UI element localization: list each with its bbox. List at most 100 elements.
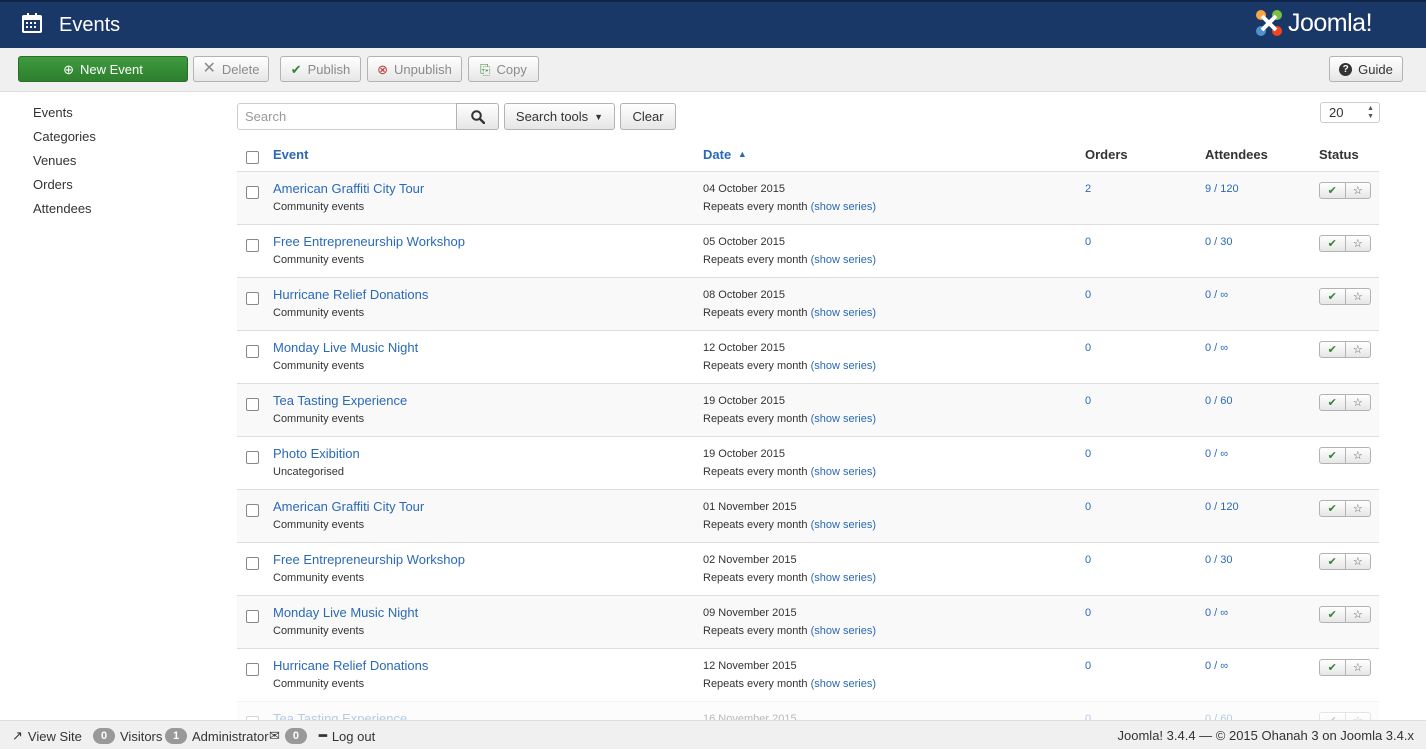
guide-button[interactable]: ? Guide (1329, 56, 1403, 82)
featured-star-icon[interactable]: ☆ (1345, 606, 1371, 623)
row-checkbox[interactable] (246, 504, 259, 517)
sidebar-item-orders[interactable]: Orders (33, 176, 213, 200)
search-input[interactable] (237, 103, 457, 130)
featured-star-icon[interactable]: ☆ (1345, 659, 1371, 676)
attendees-count-link[interactable]: 0 / 120 (1205, 501, 1239, 513)
published-check-icon[interactable]: ✔ (1319, 288, 1346, 305)
logo-text: Joomla! (1288, 8, 1373, 37)
show-series-link[interactable]: (show series) (811, 307, 876, 319)
publish-button[interactable]: ✔ Publish (280, 56, 361, 82)
orders-count-link[interactable]: 0 (1085, 501, 1091, 513)
orders-count-link[interactable]: 0 (1085, 236, 1091, 248)
show-series-link[interactable]: (show series) (811, 678, 876, 690)
row-checkbox[interactable] (246, 663, 259, 676)
calendar-icon (22, 13, 42, 33)
featured-star-icon[interactable]: ☆ (1345, 447, 1371, 464)
published-check-icon[interactable]: ✔ (1319, 447, 1346, 464)
featured-star-icon[interactable]: ☆ (1345, 288, 1371, 305)
orders-count-link[interactable]: 0 (1085, 342, 1091, 354)
select-all-checkbox[interactable] (246, 151, 259, 164)
app-header: Events Joomla! (0, 0, 1426, 48)
featured-star-icon[interactable]: ☆ (1345, 500, 1371, 517)
show-series-link[interactable]: (show series) (811, 625, 876, 637)
sidebar-item-events[interactable]: Events (33, 104, 213, 128)
show-series-link[interactable]: (show series) (811, 466, 876, 478)
orders-count-link[interactable]: 0 (1085, 660, 1091, 672)
attendees-count-link[interactable]: 0 / 60 (1205, 395, 1233, 407)
sidebar-item-categories[interactable]: Categories (33, 128, 213, 152)
published-check-icon[interactable]: ✔ (1319, 235, 1346, 252)
orders-count-link[interactable]: 0 (1085, 607, 1091, 619)
administrator-indicator[interactable]: 1 Administrator (165, 728, 269, 744)
visitors-indicator[interactable]: 0 Visitors (93, 728, 162, 744)
featured-star-icon[interactable]: ☆ (1345, 341, 1371, 358)
orders-count-link[interactable]: 0 (1085, 448, 1091, 460)
published-check-icon[interactable]: ✔ (1319, 553, 1346, 570)
published-check-icon[interactable]: ✔ (1319, 659, 1346, 676)
new-event-button[interactable]: ⊕ New Event (18, 56, 188, 82)
sidebar-item-attendees[interactable]: Attendees (33, 200, 213, 224)
event-title-link[interactable]: American Graffiti City Tour (273, 181, 424, 196)
orders-count-link[interactable]: 2 (1085, 183, 1091, 195)
event-title-link[interactable]: Monday Live Music Night (273, 340, 418, 355)
show-series-link[interactable]: (show series) (811, 201, 876, 213)
attendees-count-link[interactable]: 0 / ∞ (1205, 342, 1228, 354)
show-series-link[interactable]: (show series) (811, 413, 876, 425)
show-series-link[interactable]: (show series) (811, 360, 876, 372)
row-checkbox[interactable] (246, 557, 259, 570)
published-check-icon[interactable]: ✔ (1319, 182, 1346, 199)
row-checkbox[interactable] (246, 610, 259, 623)
published-check-icon[interactable]: ✔ (1319, 341, 1346, 358)
attendees-count-link[interactable]: 9 / 120 (1205, 183, 1239, 195)
search-button[interactable] (456, 103, 499, 130)
sidebar-item-venues[interactable]: Venues (33, 152, 213, 176)
event-title-link[interactable]: Monday Live Music Night (273, 605, 418, 620)
published-check-icon[interactable]: ✔ (1319, 606, 1346, 623)
orders-count-link[interactable]: 0 (1085, 289, 1091, 301)
attendees-count-link[interactable]: 0 / ∞ (1205, 289, 1228, 301)
event-title-link[interactable]: Hurricane Relief Donations (273, 658, 428, 673)
row-checkbox[interactable] (246, 239, 259, 252)
event-title-link[interactable]: American Graffiti City Tour (273, 499, 424, 514)
show-series-link[interactable]: (show series) (811, 254, 876, 266)
row-checkbox[interactable] (246, 345, 259, 358)
event-title-link[interactable]: Photo Exibition (273, 446, 360, 461)
list-limit-select[interactable]: 20 ▲ ▼ (1320, 102, 1380, 123)
attendees-count-link[interactable]: 0 / ∞ (1205, 448, 1228, 460)
clear-button[interactable]: Clear (620, 103, 676, 130)
status-toggles: ✔☆ (1319, 659, 1371, 676)
orders-count-link[interactable]: 0 (1085, 395, 1091, 407)
messages-indicator[interactable]: ✉ 0 (269, 728, 307, 744)
event-title-link[interactable]: Free Entrepreneurship Workshop (273, 234, 465, 249)
show-series-link[interactable]: (show series) (811, 519, 876, 531)
logout-link[interactable]: ━ Log out (319, 728, 375, 744)
column-header-event[interactable]: Event (273, 147, 308, 162)
row-checkbox[interactable] (246, 292, 259, 305)
visitors-badge: 0 (93, 728, 115, 744)
row-checkbox[interactable] (246, 186, 259, 199)
featured-star-icon[interactable]: ☆ (1345, 553, 1371, 570)
copy-button[interactable]: ⎘ Copy (468, 56, 539, 82)
delete-button[interactable]: ✕ Delete (193, 56, 269, 82)
column-header-date[interactable]: Date ▲ (703, 147, 747, 162)
search-tools-button[interactable]: Search tools ▼ (504, 103, 615, 130)
attendees-count-link[interactable]: 0 / 30 (1205, 236, 1233, 248)
attendees-count-link[interactable]: 0 / ∞ (1205, 660, 1228, 672)
event-title-link[interactable]: Hurricane Relief Donations (273, 287, 428, 302)
row-checkbox[interactable] (246, 451, 259, 464)
row-checkbox[interactable] (246, 398, 259, 411)
featured-star-icon[interactable]: ☆ (1345, 182, 1371, 199)
attendees-count-link[interactable]: 0 / 30 (1205, 554, 1233, 566)
show-series-link[interactable]: (show series) (811, 572, 876, 584)
featured-star-icon[interactable]: ☆ (1345, 235, 1371, 252)
status-toggles: ✔☆ (1319, 553, 1371, 570)
published-check-icon[interactable]: ✔ (1319, 394, 1346, 411)
featured-star-icon[interactable]: ☆ (1345, 394, 1371, 411)
published-check-icon[interactable]: ✔ (1319, 500, 1346, 517)
attendees-count-link[interactable]: 0 / ∞ (1205, 607, 1228, 619)
event-title-link[interactable]: Free Entrepreneurship Workshop (273, 552, 465, 567)
event-title-link[interactable]: Tea Tasting Experience (273, 393, 407, 408)
unpublish-button[interactable]: ⊗ Unpublish (367, 56, 462, 82)
orders-count-link[interactable]: 0 (1085, 554, 1091, 566)
view-site-link[interactable]: ↗ View Site (12, 728, 82, 744)
